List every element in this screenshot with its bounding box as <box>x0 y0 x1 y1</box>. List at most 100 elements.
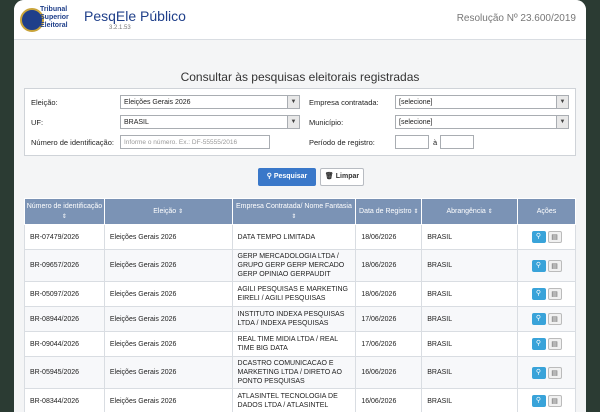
chevron-down-icon: ▼ <box>556 116 568 128</box>
table-row: BR-08344/2026 Eleições Gerais 2026 ATLASIN… <box>24 388 576 412</box>
table-cell: 17/06/2026 <box>355 306 423 332</box>
municipio-select[interactable]: [selecione] ▼ <box>395 115 569 129</box>
document-icon[interactable]: ▤ <box>547 338 562 350</box>
table-cell: 18/06/2026 <box>355 249 423 282</box>
resolution-text: Resolução Nº 23.600/2019 <box>456 13 576 24</box>
sort-icon: ⇕ <box>291 213 297 220</box>
table-cell: BR-08944/2026 <box>24 306 105 332</box>
app-version: 3.2.1.53 <box>109 25 131 31</box>
column-header[interactable]: Número de identificação ⇕ <box>24 198 105 225</box>
actions-cell: ⚲ ▤ <box>517 306 576 332</box>
table-cell: 18/06/2026 <box>355 281 423 307</box>
tse-logo: Tribunal Superior Eleitoral <box>20 6 84 34</box>
table-header-row: Número de identificação ⇕ Eleição ⇕ Empr… <box>24 198 576 225</box>
table-body: BR-07479/2026 Eleições Gerais 2026 DATA TE… <box>24 224 576 412</box>
results-table: Número de identificação ⇕ Eleição ⇕ Empr… <box>24 198 576 412</box>
sort-icon: ⇕ <box>487 208 493 215</box>
uf-label: UF: <box>31 118 44 127</box>
document-icon[interactable]: ▤ <box>547 231 562 243</box>
table-cell: Eleições Gerais 2026 <box>103 306 233 332</box>
table-cell: BR-05945/2026 <box>24 356 105 389</box>
empresa-label: Empresa contratada: <box>309 98 379 107</box>
table-cell: Eleições Gerais 2026 <box>103 356 233 389</box>
table-row: BR-09044/2026 Eleições Gerais 2026 REAL TI… <box>24 331 576 357</box>
magnifier-icon[interactable]: ⚲ <box>531 231 546 243</box>
table-row: BR-05945/2026 Eleições Gerais 2026 DCASTRO… <box>24 356 576 389</box>
table-row: BR-08944/2026 Eleições Gerais 2026 INSTITU… <box>24 306 576 332</box>
periodo-start-input[interactable] <box>395 135 429 149</box>
magnifier-icon[interactable]: ⚲ <box>531 313 546 325</box>
periodo-label: Período de registro: <box>309 138 375 147</box>
numero-input[interactable]: Informe o número. Ex.: DF-55555/2016 <box>120 135 270 149</box>
actions-cell: ⚲ ▤ <box>517 356 576 389</box>
table-cell: BR-08344/2026 <box>24 388 105 412</box>
table-cell: DCASTRO COMUNICACAO E MARKETING LTDA / D… <box>231 356 357 389</box>
magnifier-icon[interactable]: ⚲ <box>531 259 546 272</box>
table-cell: BRASIL <box>421 388 519 412</box>
document-icon[interactable]: ▤ <box>547 288 562 300</box>
table-cell: BR-05097/2026 <box>24 281 105 307</box>
chevron-down-icon: ▼ <box>556 96 568 108</box>
table-cell: Eleições Gerais 2026 <box>103 331 233 357</box>
document-icon[interactable]: ▤ <box>547 313 562 325</box>
empresa-select[interactable]: [selecione] ▼ <box>395 95 569 109</box>
app-frame: Tribunal Superior Eleitoral PesqEle Públ… <box>14 0 586 412</box>
table-cell: REAL TIME MIDIA LTDA / REAL TIME BIG DAT… <box>231 331 357 357</box>
clear-button[interactable]: 🗑 Limpar <box>320 168 364 186</box>
table-cell: BR-09657/2026 <box>24 249 105 282</box>
table-row: BR-05097/2026 Eleições Gerais 2026 AGILI P… <box>24 281 576 307</box>
municipio-label: Município: <box>309 118 344 127</box>
document-icon[interactable]: ▤ <box>547 366 562 379</box>
magnifier-icon[interactable]: ⚲ <box>531 395 546 407</box>
table-row: BR-07479/2026 Eleições Gerais 2026 DATA TE… <box>24 224 576 250</box>
table-cell: 16/06/2026 <box>355 388 423 412</box>
chevron-down-icon: ▼ <box>287 116 299 128</box>
table-cell: BR-09044/2026 <box>24 331 105 357</box>
column-header[interactable]: Empresa Contratada/ Nome Fantasia ⇕ <box>231 198 357 225</box>
actions-cell: ⚲ ▤ <box>517 388 576 412</box>
magnifier-icon[interactable]: ⚲ <box>531 338 546 350</box>
numero-label: Número de identificação: <box>31 138 114 147</box>
table-cell: ATLASINTEL TECNOLOGIA DE DADOS LTDA / AT… <box>231 388 357 412</box>
table-cell: INSTITUTO INDEXA PESQUISAS LTDA / INDEXA… <box>231 306 357 332</box>
table-cell: DATA TEMPO LIMITADA <box>231 224 357 250</box>
sort-icon: ⇕ <box>61 213 67 220</box>
trash-icon: 🗑 <box>324 173 334 180</box>
document-icon[interactable]: ▤ <box>547 259 562 272</box>
app-header: Tribunal Superior Eleitoral PesqEle Públ… <box>14 0 586 40</box>
column-header: Ações <box>517 198 576 225</box>
actions-cell: ⚲ ▤ <box>517 281 576 307</box>
sort-icon: ⇕ <box>413 208 419 215</box>
table-cell: BRASIL <box>421 331 519 357</box>
table-cell: Eleições Gerais 2026 <box>103 388 233 412</box>
table-row: BR-09657/2026 Eleições Gerais 2026 GERP ME… <box>24 249 576 282</box>
table-cell: BRASIL <box>421 306 519 332</box>
periodo-end-input[interactable] <box>440 135 474 149</box>
magnifier-icon[interactable]: ⚲ <box>531 366 546 379</box>
document-icon[interactable]: ▤ <box>547 395 562 407</box>
page-title: Consultar às pesquisas eleitorais regist… <box>180 70 420 84</box>
search-icon: ⚲ <box>266 173 272 180</box>
logo-line: Tribunal <box>40 6 68 13</box>
column-header[interactable]: Abrangência ⇕ <box>421 198 519 225</box>
magnifier-icon[interactable]: ⚲ <box>531 288 546 300</box>
search-button[interactable]: ⚲ Pesquisar <box>258 168 316 186</box>
actions-cell: ⚲ ▤ <box>517 224 576 250</box>
sort-icon: ⇕ <box>178 208 184 215</box>
table-cell: 18/06/2026 <box>355 224 423 250</box>
table-cell: 17/06/2026 <box>355 331 423 357</box>
logo-line: Superior <box>40 14 69 21</box>
eleicao-select[interactable]: Eleições Gerais 2026 ▼ <box>120 95 300 109</box>
table-cell: 16/06/2026 <box>355 356 423 389</box>
filter-panel: Eleição: Eleições Gerais 2026 ▼ UF: BRASI… <box>24 88 576 156</box>
column-header[interactable]: Data de Registro ⇕ <box>355 198 423 225</box>
app-title: PesqEle Público <box>84 8 186 24</box>
table-cell: Eleições Gerais 2026 <box>103 281 233 307</box>
table-cell: Eleições Gerais 2026 <box>103 249 233 282</box>
eleicao-label: Eleição: <box>31 98 58 107</box>
periodo-separator: à <box>433 138 438 147</box>
table-cell: GERP MERCADOLOGIA LTDA / GRUPO GERP GERP… <box>231 249 357 282</box>
column-header[interactable]: Eleição ⇕ <box>103 198 233 225</box>
uf-select[interactable]: BRASIL ▼ <box>120 115 300 129</box>
actions-cell: ⚲ ▤ <box>517 249 576 282</box>
